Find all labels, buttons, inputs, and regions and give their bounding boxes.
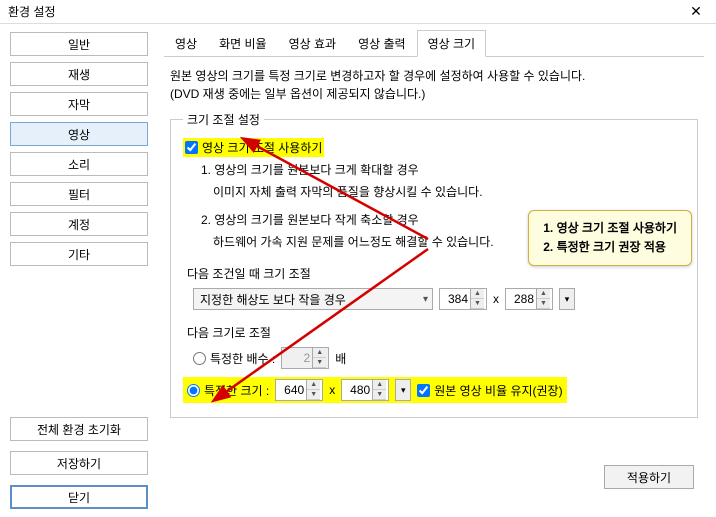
sidebar-item-subtitle[interactable]: 자막 bbox=[10, 92, 148, 116]
group-legend: 크기 조절 설정 bbox=[183, 111, 264, 128]
fixed-height-input[interactable] bbox=[342, 383, 372, 397]
sidebar-item-audio[interactable]: 소리 bbox=[10, 152, 148, 176]
close-icon[interactable]: ✕ bbox=[684, 0, 708, 24]
fixed-preset-dropdown[interactable]: ▾ bbox=[395, 379, 411, 401]
sidebar-item-playback[interactable]: 재생 bbox=[10, 62, 148, 86]
callout-line-2: 2. 특정한 크기 권장 적용 bbox=[543, 238, 677, 257]
multiplier-input bbox=[282, 351, 312, 365]
case1-desc: 이미지 자체 출력 자막의 품질을 향상시킬 수 있습니다. bbox=[213, 183, 685, 201]
down-icon[interactable]: ▼ bbox=[373, 390, 386, 400]
apply-button[interactable]: 적용하기 bbox=[604, 465, 694, 489]
keep-ratio-checkbox[interactable]: 원본 영상 비율 유지(권장) bbox=[417, 382, 562, 399]
up-icon[interactable]: ▲ bbox=[537, 289, 550, 299]
x-label-2: x bbox=[329, 383, 335, 397]
cond-height-input[interactable] bbox=[506, 292, 536, 306]
tab-size[interactable]: 영상 크기 bbox=[417, 30, 487, 57]
callout-line-1: 1. 영상 크기 조절 사용하기 bbox=[543, 219, 677, 238]
keep-ratio-label: 원본 영상 비율 유지(권장) bbox=[434, 382, 562, 399]
cond-height-spinner[interactable]: ▲▼ bbox=[505, 288, 553, 310]
reset-all-button[interactable]: 전체 환경 초기화 bbox=[10, 417, 148, 441]
description: 원본 영상의 크기를 특정 크기로 변경하고자 할 경우에 설정하여 사용할 수… bbox=[170, 67, 698, 103]
sidebar-item-filter[interactable]: 필터 bbox=[10, 182, 148, 206]
window-title: 환경 설정 bbox=[8, 3, 684, 20]
sidebar: 일반 재생 자막 영상 소리 필터 계정 기타 전체 환경 초기화 저장하기 닫… bbox=[0, 24, 158, 517]
multiplier-label: 특정한 배수 : bbox=[210, 350, 275, 367]
fixed-size-label: 특정한 크기 : bbox=[204, 382, 269, 399]
sidebar-item-account[interactable]: 계정 bbox=[10, 212, 148, 236]
fixed-size-radio-input[interactable] bbox=[187, 384, 200, 397]
down-icon: ▼ bbox=[313, 358, 326, 368]
multiplier-radio-input[interactable] bbox=[193, 352, 206, 365]
sidebar-item-video[interactable]: 영상 bbox=[10, 122, 148, 146]
multiplier-radio[interactable]: 특정한 배수 : bbox=[193, 350, 275, 367]
sidebar-item-general[interactable]: 일반 bbox=[10, 32, 148, 56]
x-label: x bbox=[493, 292, 499, 306]
annotation-callout: 1. 영상 크기 조절 사용하기 2. 특정한 크기 권장 적용 bbox=[528, 210, 692, 266]
up-icon[interactable]: ▲ bbox=[373, 380, 386, 390]
fixed-size-radio[interactable]: 특정한 크기 : bbox=[187, 382, 269, 399]
up-icon: ▲ bbox=[313, 348, 326, 358]
tab-effect[interactable]: 영상 효과 bbox=[278, 30, 348, 57]
tab-video[interactable]: 영상 bbox=[164, 30, 208, 57]
desc-line-1: 원본 영상의 크기를 특정 크기로 변경하고자 할 경우에 설정하여 사용할 수… bbox=[170, 67, 698, 85]
enable-resize-label: 영상 크기 조절 사용하기 bbox=[202, 139, 322, 156]
tab-aspect[interactable]: 화면 비율 bbox=[208, 30, 278, 57]
chevron-down-icon: ▾ bbox=[423, 294, 428, 305]
up-icon[interactable]: ▲ bbox=[307, 380, 320, 390]
keep-ratio-input[interactable] bbox=[417, 384, 430, 397]
save-button[interactable]: 저장하기 bbox=[10, 451, 148, 475]
enable-resize-input[interactable] bbox=[185, 141, 198, 154]
tabs: 영상 화면 비율 영상 효과 영상 출력 영상 크기 bbox=[164, 30, 704, 57]
tab-output[interactable]: 영상 출력 bbox=[347, 30, 417, 57]
close-button[interactable]: 닫기 bbox=[10, 485, 148, 509]
target-size-label: 다음 크기로 조절 bbox=[187, 324, 685, 341]
fixed-height-spinner[interactable]: ▲▼ bbox=[341, 379, 389, 401]
titlebar: 환경 설정 ✕ bbox=[0, 0, 716, 24]
multiplier-spinner: ▲▼ bbox=[281, 347, 329, 369]
fixed-width-spinner[interactable]: ▲▼ bbox=[275, 379, 323, 401]
sidebar-item-etc[interactable]: 기타 bbox=[10, 242, 148, 266]
down-icon[interactable]: ▼ bbox=[471, 299, 484, 309]
multiplier-unit: 배 bbox=[335, 350, 346, 367]
cond-preset-dropdown[interactable]: ▾ bbox=[559, 288, 575, 310]
up-icon[interactable]: ▲ bbox=[471, 289, 484, 299]
fixed-width-input[interactable] bbox=[276, 383, 306, 397]
condition-select-value: 지정한 해상도 보다 작을 경우 bbox=[200, 291, 346, 308]
cond-width-input[interactable] bbox=[440, 292, 470, 306]
main-panel: 영상 화면 비율 영상 효과 영상 출력 영상 크기 원본 영상의 크기를 특정… bbox=[158, 24, 716, 517]
enable-resize-checkbox[interactable]: 영상 크기 조절 사용하기 bbox=[183, 138, 324, 157]
condition-label: 다음 조건일 때 크기 조절 bbox=[187, 265, 685, 282]
down-icon[interactable]: ▼ bbox=[537, 299, 550, 309]
cond-width-spinner[interactable]: ▲▼ bbox=[439, 288, 487, 310]
down-icon[interactable]: ▼ bbox=[307, 390, 320, 400]
condition-select[interactable]: 지정한 해상도 보다 작을 경우 ▾ bbox=[193, 288, 433, 310]
desc-line-2: (DVD 재생 중에는 일부 옵션이 제공되지 않습니다.) bbox=[170, 85, 698, 103]
case1-title: 1. 영상의 크기를 원본보다 크게 확대할 경우 bbox=[201, 161, 685, 179]
